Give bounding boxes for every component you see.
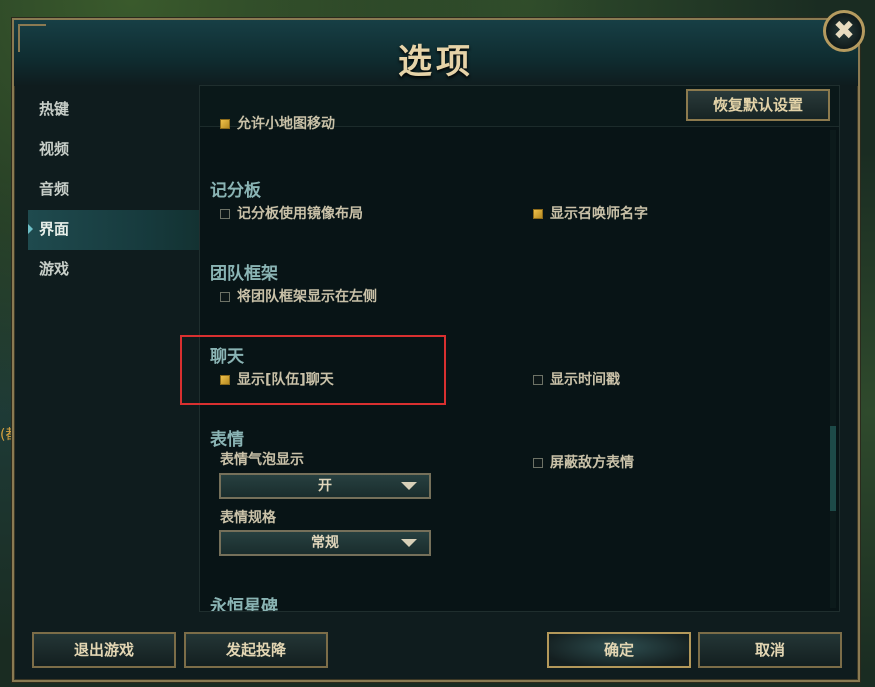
- surrender-button[interactable]: 发起投降: [184, 632, 328, 668]
- section-title-team-frames: 团队框架: [210, 264, 278, 284]
- emote-size-dropdown[interactable]: 常规: [219, 530, 431, 556]
- checkbox-icon[interactable]: [220, 209, 230, 219]
- dropdown-value: 常规: [311, 535, 339, 551]
- close-icon: ✖: [833, 16, 855, 46]
- ok-button[interactable]: 确定: [547, 632, 691, 668]
- mute-enemy-emotes-option[interactable]: 屏蔽敌方表情: [533, 452, 634, 472]
- checkbox-icon[interactable]: [220, 292, 230, 302]
- checkbox-icon[interactable]: [533, 458, 543, 468]
- scoreboard-mirror-option[interactable]: 记分板使用镜像布局: [220, 203, 363, 223]
- exit-game-button[interactable]: 退出游戏: [32, 632, 176, 668]
- cancel-button[interactable]: 取消: [698, 632, 842, 668]
- emote-bubble-label: 表情气泡显示: [220, 452, 304, 468]
- emote-size-label: 表情规格: [220, 510, 276, 526]
- minimap-move-option[interactable]: 允许小地图移动: [220, 113, 335, 133]
- checkbox-icon[interactable]: [533, 375, 543, 385]
- show-summoner-name-option[interactable]: 显示召唤师名字: [533, 203, 648, 223]
- show-timestamp-option[interactable]: 显示时间戳: [533, 369, 620, 389]
- checkbox-checked-icon[interactable]: [220, 119, 230, 129]
- section-title-emotes: 表情: [210, 430, 244, 450]
- section-title-eternals: 永恒星碑: [210, 597, 278, 612]
- sidebar-item-hotkeys[interactable]: 热键: [28, 90, 214, 130]
- emote-bubble-dropdown[interactable]: 开: [219, 473, 431, 499]
- chevron-down-icon: [401, 482, 417, 490]
- close-button[interactable]: ✖: [823, 10, 865, 52]
- options-sidebar: 热键 视频 音频 界面 游戏: [28, 90, 214, 290]
- dialog-header: 选项: [14, 20, 858, 86]
- team-frames-left-option[interactable]: 将团队框架显示在左侧: [220, 286, 377, 306]
- dropdown-value: 开: [318, 478, 332, 494]
- dialog-title: 选项: [398, 42, 474, 82]
- chevron-down-icon: [401, 539, 417, 547]
- checkbox-checked-icon[interactable]: [533, 209, 543, 219]
- section-title-scoreboard: 记分板: [210, 181, 261, 201]
- sidebar-item-interface[interactable]: 界面: [28, 210, 214, 250]
- sidebar-item-game[interactable]: 游戏: [28, 250, 214, 290]
- restore-defaults-button[interactable]: 恢复默认设置: [686, 89, 830, 121]
- sidebar-item-video[interactable]: 视频: [28, 130, 214, 170]
- sidebar-item-sound[interactable]: 音频: [28, 170, 214, 210]
- highlight-box: [180, 335, 446, 405]
